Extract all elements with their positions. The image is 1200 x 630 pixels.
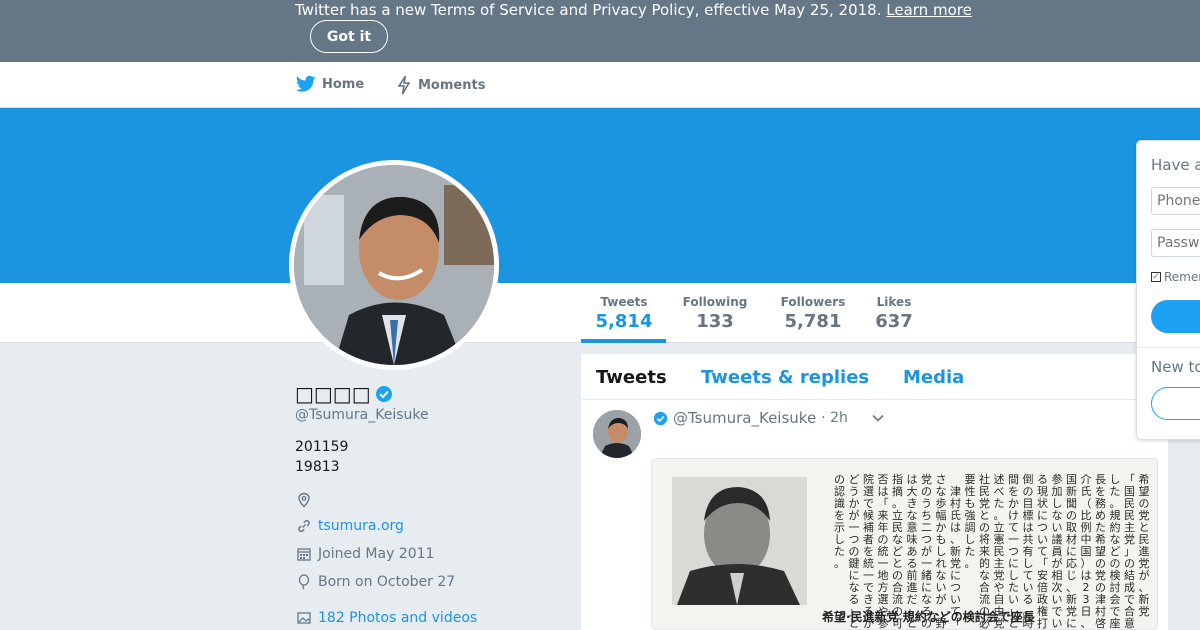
got-it-button[interactable]: Got it xyxy=(310,20,388,53)
nav-moments-label: Moments xyxy=(418,77,486,93)
terms-message: Twitter has a new Terms of Service and P… xyxy=(295,1,882,19)
nav-home[interactable]: Home xyxy=(296,75,364,93)
signup-button[interactable] xyxy=(1151,387,1200,420)
profile-avatar[interactable] xyxy=(289,160,499,370)
timeline-tabs: Tweets Tweets & replies Media xyxy=(581,354,1168,400)
birthday-row: Born on October 27 xyxy=(296,574,455,590)
lightning-icon xyxy=(397,75,411,95)
stat-following[interactable]: Following 133 xyxy=(680,295,750,332)
learn-more-link[interactable]: Learn more xyxy=(886,1,972,19)
newspaper-text-column: 述べた。立憲民主党や自由党、 xyxy=(994,473,1005,630)
profile-header-banner xyxy=(0,108,1200,283)
newspaper-text-column: 社民党との将来的な合流の必 xyxy=(979,472,990,630)
newspaper-text-column: 院選で候補者を統一できるか xyxy=(863,472,874,630)
stat-likes-label: Likes xyxy=(876,295,912,309)
tweet-newspaper-image[interactable]: 希望の党と民進党が、新党 「国民民主党」の結成で合意 した。規約などの検討会で座 長を… xyxy=(651,458,1158,630)
chevron-down-icon[interactable] xyxy=(871,411,885,425)
photos-row: 182 Photos and videos xyxy=(296,610,477,626)
profile-name: □□□□ xyxy=(295,382,393,406)
tab-tweets-replies[interactable]: Tweets & replies xyxy=(701,367,869,388)
terms-banner-text: Twitter has a new Terms of Service and P… xyxy=(295,1,972,19)
newspaper-text-column: 要性も強調した。 xyxy=(965,473,976,570)
newspaper-text-column: どうかが一つの鍵になる」と xyxy=(849,473,860,630)
stat-tweets-value: 5,814 xyxy=(595,311,653,332)
newspaper-text-column: は大きな意味ある前進だ」と xyxy=(907,473,918,630)
newspaper-text-column: さな歩幅かもしれないが、野 xyxy=(936,473,947,630)
newspaper-clipping: 希望の党と民進党が、新党「国民民主党」の結成で合意した。規約などの検討会で座長を… xyxy=(652,459,1157,630)
profile-nav: Tweets 5,814 Following 133 Followers 5,7… xyxy=(0,283,1200,343)
tab-tweets[interactable]: Tweets xyxy=(596,367,667,388)
joined-date: Joined May 2011 xyxy=(318,546,435,562)
profile-handle[interactable]: @Tsumura_Keisuke xyxy=(295,407,429,423)
avatar-photo xyxy=(294,165,494,365)
bio-line: 19813 xyxy=(295,459,340,475)
nav-moments[interactable]: Moments xyxy=(396,75,485,95)
newspaper-text-column: 国新聞の取材に応じ、新党に xyxy=(1066,473,1077,630)
terms-banner: Twitter has a new Terms of Service and P… xyxy=(0,0,1200,62)
global-nav: Home Moments xyxy=(0,62,1200,108)
login-title: Have an account? xyxy=(1151,156,1200,174)
stat-following-label: Following xyxy=(682,295,748,309)
newspaper-text-column: 参加しない議員が相次いでい xyxy=(1052,472,1063,630)
stat-tweets[interactable]: Tweets 5,814 xyxy=(592,295,656,332)
login-dropdown: Have an account? ✓ Remember me New to Tw… xyxy=(1136,140,1200,440)
tweet-author-avatar[interactable] xyxy=(593,410,641,458)
newspaper-text-column: の認識を示した。 xyxy=(834,473,845,570)
bio-line: 201159 xyxy=(295,439,349,455)
newspaper-text-column: 倒の目標は共有している。時 xyxy=(1023,473,1034,630)
tweet-header: @Tsumura_Keisuke · 2h xyxy=(653,409,885,427)
website-link[interactable]: tsumura.org xyxy=(318,518,404,534)
location-pin-icon xyxy=(298,492,310,508)
photos-videos-link[interactable]: 182 Photos and videos xyxy=(318,610,477,626)
newspaper-text-column: 間をかけて一つにしたい」と xyxy=(1008,473,1019,630)
nav-home-label: Home xyxy=(322,76,365,92)
stat-followers-label: Followers xyxy=(780,295,846,309)
home-bird-icon xyxy=(296,75,316,92)
newspaper-text-column: 「国民民主党」の結成で合意 xyxy=(1124,473,1135,630)
calendar-icon xyxy=(297,548,311,561)
stat-followers-value: 5,781 xyxy=(784,311,842,332)
profile-name-text: □□□□ xyxy=(295,382,371,406)
active-stat-underline xyxy=(581,339,666,343)
tweet-avatar-illustration xyxy=(593,410,641,458)
login-divider xyxy=(1137,347,1200,348)
newspaper-text-column: る現状について「安倍政権打 xyxy=(1037,473,1048,630)
stat-likes[interactable]: Likes 637 xyxy=(872,295,916,332)
remember-me-checkbox[interactable]: ✓ xyxy=(1151,272,1161,282)
stat-tweets-label: Tweets xyxy=(600,295,648,309)
website-row: tsumura.org xyxy=(296,518,404,534)
stat-likes-value: 637 xyxy=(875,311,913,332)
password-input[interactable] xyxy=(1151,229,1200,257)
verified-badge-icon xyxy=(653,411,668,425)
location-row xyxy=(296,492,312,508)
remember-me[interactable]: ✓ Remember me xyxy=(1151,270,1200,284)
newspaper-text-column: 津村氏は、新党について「小 xyxy=(950,473,961,630)
stat-followers[interactable]: Followers 5,781 xyxy=(778,295,848,332)
newspaper-text-column: 介氏（比例中国）は23日、中 xyxy=(1081,473,1092,630)
newspaper-text-column: した。規約などの検討会で座 xyxy=(1110,473,1121,630)
birthday: Born on October 27 xyxy=(318,574,456,590)
image-icon xyxy=(297,612,311,624)
newspaper-text-column: 指摘。立民などとの合流の可 xyxy=(892,472,903,630)
newspaper-text-column: 否は「来年の統一地方選や参 xyxy=(878,473,889,630)
newspaper-headline: 希望·民進新党 規約などの検討会で座長 xyxy=(821,609,1036,624)
timeline: Tweets Tweets & replies Media @Tsumura_K… xyxy=(581,354,1168,630)
stat-following-value: 133 xyxy=(696,311,734,332)
login-button[interactable] xyxy=(1151,300,1200,333)
newspaper-text-column: 長を務めた希望の党の津村啓 xyxy=(1095,473,1106,630)
remember-me-label: Remember me xyxy=(1164,270,1200,284)
new-to-twitter-label: New to Twitter? xyxy=(1151,358,1200,376)
avatar-portrait-illustration xyxy=(294,165,494,365)
joined-row: Joined May 2011 xyxy=(296,546,434,562)
verified-badge-icon xyxy=(375,386,392,402)
tab-media[interactable]: Media xyxy=(903,367,964,388)
tweet-timestamp[interactable]: · 2h xyxy=(821,410,848,426)
username-input[interactable] xyxy=(1151,187,1200,215)
newspaper-text-column: 希望の党と民進党が、新党 xyxy=(1139,472,1150,618)
balloon-icon xyxy=(298,574,310,590)
tweet-author-handle[interactable]: @Tsumura_Keisuke xyxy=(673,409,816,427)
link-icon xyxy=(298,520,310,532)
newspaper-text-column: 党のうち二つが一緒になるの xyxy=(921,473,932,630)
